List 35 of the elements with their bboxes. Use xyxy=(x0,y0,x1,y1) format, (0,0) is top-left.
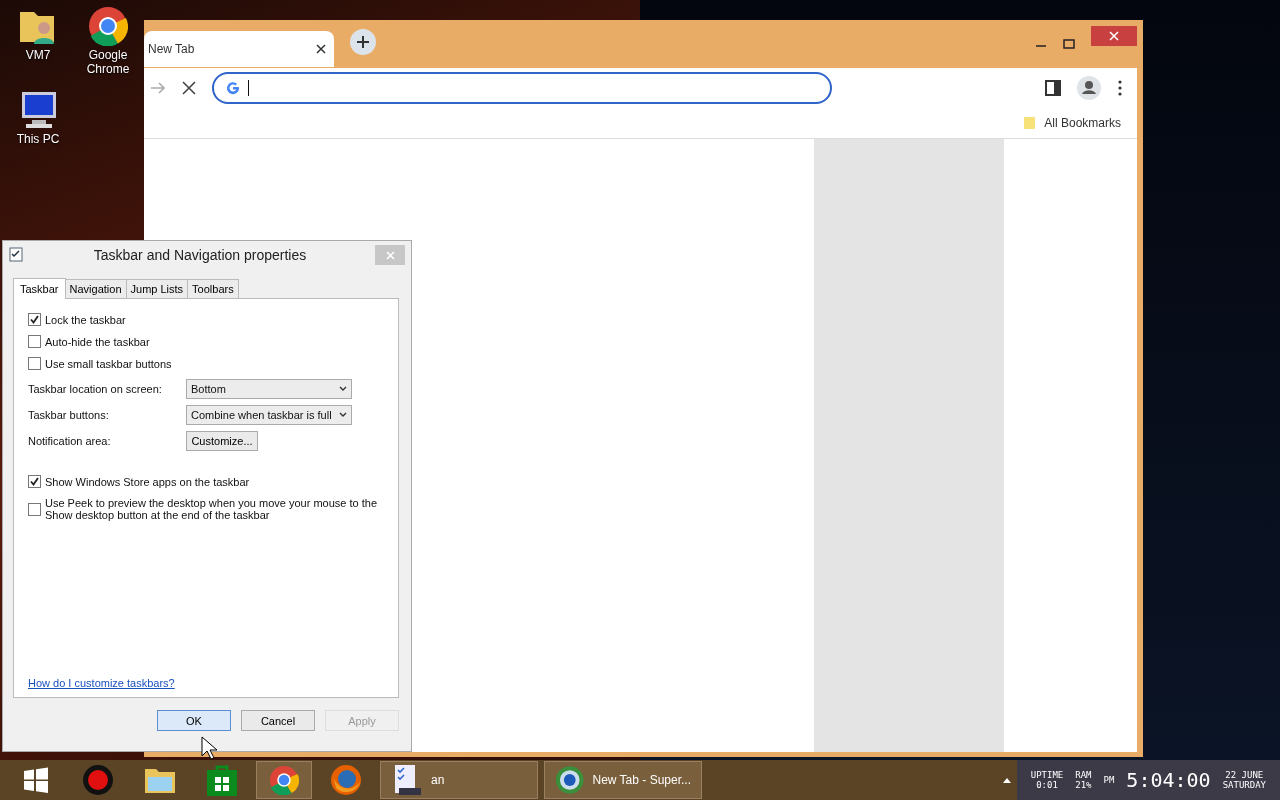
desktop-icon-label[interactable]: This PC xyxy=(16,132,60,146)
desktop-icon-label[interactable]: VM7 xyxy=(25,48,51,62)
dropdown[interactable]: Combine when taskbar is full xyxy=(186,405,352,425)
setting-label: Taskbar buttons: xyxy=(28,409,110,421)
checkbox-label: Lock the taskbar xyxy=(45,313,126,326)
help-link[interactable]: How do I customize taskbars? xyxy=(28,677,384,689)
tab[interactable]: Navigation xyxy=(64,279,127,298)
checkbox-label: Use small taskbar buttons xyxy=(45,357,172,370)
dropdown[interactable]: Bottom xyxy=(186,379,352,399)
taskbar-button[interactable]: an xyxy=(380,761,538,799)
customize-button[interactable]: Customize... xyxy=(186,431,258,451)
tab[interactable]: Taskbar xyxy=(13,278,66,299)
desktop-icon-label[interactable]: Google Chrome xyxy=(78,48,138,76)
taskbar-button[interactable]: New Tab - Super... xyxy=(544,761,702,799)
am-pm-label: PM xyxy=(1103,775,1115,785)
tab[interactable]: Toolbars xyxy=(187,279,239,298)
ram-value: 21% xyxy=(1075,780,1092,790)
dialog-button[interactable]: Cancel xyxy=(241,710,315,731)
date-value: SATURDAY xyxy=(1222,780,1266,790)
browser-tab[interactable]: New Tab xyxy=(144,31,334,67)
dialog-title: Taskbar and Navigation properties xyxy=(92,247,308,263)
setting-label: Taskbar location on screen: xyxy=(28,383,163,395)
date-label: 22 JUNE xyxy=(1225,770,1264,780)
setting-label: Notification area: xyxy=(28,435,112,447)
checkbox-label: Use Peek to preview the desktop when you move your mouse to the Show desktop button at the end of the taskbar xyxy=(45,497,378,521)
uptime-value: 0:01 xyxy=(1036,780,1058,790)
dialog-button[interactable]: OK xyxy=(157,710,231,731)
tab[interactable]: Jump Lists xyxy=(125,279,189,298)
clock-time: 5:04:00 xyxy=(1126,768,1211,792)
bookmark-link[interactable]: All Bookmarks xyxy=(1044,116,1121,130)
checkbox-label: Show Windows Store apps on the taskbar xyxy=(45,475,250,488)
tab-title: New Tab xyxy=(148,42,195,56)
uptime-label: UPTIME xyxy=(1030,770,1064,780)
checkbox-label: Auto-hide the taskbar xyxy=(45,335,150,348)
ram-label: RAM xyxy=(1075,770,1092,780)
